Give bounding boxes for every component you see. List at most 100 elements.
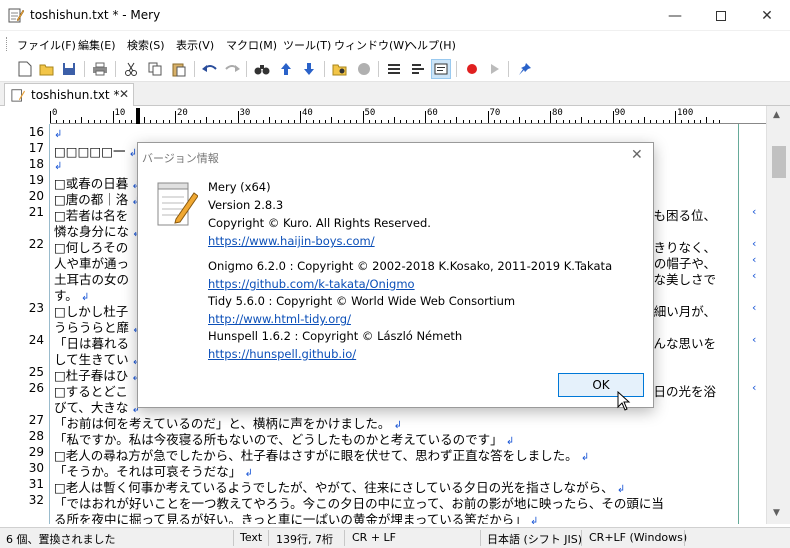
ok-button[interactable]: OK bbox=[558, 373, 644, 397]
open-file-button[interactable] bbox=[37, 59, 57, 79]
paste-button[interactable] bbox=[169, 59, 189, 79]
find-in-files-button[interactable] bbox=[330, 59, 350, 79]
ruler-tick bbox=[50, 111, 51, 123]
ruler-tick bbox=[506, 120, 508, 123]
ruler-tick bbox=[343, 120, 345, 123]
ruler-tick bbox=[500, 120, 501, 123]
text-line: る所を夜中に掘って見るが好い。きっと車に一ぱいの黄金が埋まっている筈だから」 ↲ bbox=[0, 509, 760, 524]
ruler-tick bbox=[400, 120, 401, 123]
text-line: 27 「お前は何を考えているのだ」と、横柄に声をかけました。 ↲ bbox=[0, 413, 760, 431]
status-eol[interactable]: CR + LF bbox=[352, 531, 396, 544]
ruler-tick bbox=[200, 120, 201, 123]
status-encoding[interactable]: 日本語 (シフト JIS) bbox=[487, 531, 582, 547]
find-next-button[interactable] bbox=[299, 59, 319, 79]
ruler-tick bbox=[475, 120, 476, 123]
status-separator bbox=[268, 530, 269, 546]
line-number: 21 bbox=[28, 205, 44, 219]
ruler-tick bbox=[337, 120, 339, 123]
ruler-tick bbox=[531, 120, 533, 123]
tab-close-icon[interactable]: ✕ bbox=[119, 87, 129, 101]
ruler-tick bbox=[293, 120, 295, 123]
pin-button[interactable] bbox=[515, 59, 535, 79]
ruler-tick bbox=[687, 120, 689, 123]
ruler-tick bbox=[550, 111, 551, 123]
status-separator bbox=[581, 530, 582, 546]
menu-file[interactable]: ファイル(F) bbox=[17, 37, 76, 53]
ruler-tick bbox=[331, 117, 333, 123]
menu-search[interactable]: 検索(S) bbox=[127, 37, 165, 53]
save-button[interactable] bbox=[59, 59, 79, 79]
text-line: 32 「ではおれが好いことを一つ教えてやろう。今この夕日の中に立って、お前の影が地… bbox=[0, 493, 760, 511]
ruler-tick bbox=[618, 120, 620, 123]
menubar-grip bbox=[6, 37, 9, 51]
ruler-tick bbox=[568, 120, 570, 123]
menu-tools[interactable]: ツール(T) bbox=[283, 37, 331, 53]
status-message: 6 個、置換されました bbox=[6, 533, 116, 546]
show-lines-button[interactable] bbox=[384, 59, 404, 79]
about-dialog: バージョン情報 ✕ Mery (x64) Version 2.8.3 Copyr… bbox=[137, 142, 654, 411]
close-icon: ✕ bbox=[761, 7, 773, 24]
line-number: 30 bbox=[28, 461, 44, 475]
dialog-close-icon[interactable]: ✕ bbox=[631, 147, 643, 163]
ruler-tick bbox=[125, 120, 126, 123]
find-button[interactable] bbox=[252, 59, 272, 79]
scroll-up-icon[interactable]: ▲ bbox=[773, 110, 780, 120]
ruler-tick bbox=[712, 120, 714, 123]
menu-edit[interactable]: 編集(E) bbox=[78, 37, 116, 53]
record-macro-button[interactable] bbox=[462, 59, 482, 79]
toolbar-separator bbox=[456, 61, 457, 77]
status-eol-format[interactable]: CR+LF (Windows) bbox=[589, 531, 687, 544]
menu-macro[interactable]: マクロ(M) bbox=[226, 37, 277, 53]
copy-button[interactable] bbox=[145, 59, 165, 79]
status-separator bbox=[480, 530, 481, 546]
status-position[interactable]: 139行, 7桁 bbox=[276, 531, 333, 547]
onigmo-link[interactable]: https://github.com/k-takata/Onigmo bbox=[208, 277, 415, 291]
undo-button[interactable] bbox=[200, 59, 220, 79]
redo-button[interactable] bbox=[222, 59, 242, 79]
ruler-tick bbox=[581, 117, 583, 123]
scroll-down-icon[interactable]: ▼ bbox=[773, 508, 780, 518]
cut-button[interactable] bbox=[121, 59, 141, 79]
tidy-link[interactable]: http://www.html-tidy.org/ bbox=[208, 312, 351, 326]
line-number: 28 bbox=[28, 429, 44, 443]
line-number: 27 bbox=[28, 413, 44, 427]
wrap-button[interactable] bbox=[408, 59, 428, 79]
tab-toshishun[interactable]: toshishun.txt * ✕ bbox=[4, 83, 134, 106]
return-mark-icon: ↲ bbox=[54, 129, 63, 140]
ruler-tick bbox=[312, 120, 314, 123]
close-window-button[interactable]: ✕ bbox=[744, 0, 790, 31]
maximize-button[interactable] bbox=[698, 0, 744, 31]
ruler-tick bbox=[656, 120, 658, 123]
ruler-tick bbox=[375, 120, 376, 123]
minimize-button[interactable]: — bbox=[652, 0, 698, 31]
ruler-tick bbox=[62, 120, 64, 123]
ruler-label: 60 bbox=[427, 108, 438, 118]
new-file-button[interactable] bbox=[15, 59, 35, 79]
menu-window[interactable]: ウィンドウ(W) bbox=[334, 37, 408, 53]
menu-view[interactable]: 表示(V) bbox=[176, 37, 214, 53]
print-button[interactable] bbox=[90, 59, 110, 79]
text-line: 29 □老人の尋ね方が急でしたから、杜子春はさすがに眼を伏せて、思わず正直な答をし… bbox=[0, 445, 760, 463]
ruler-tick bbox=[512, 120, 514, 123]
toolbar-separator bbox=[246, 61, 247, 77]
ruler-tick bbox=[256, 120, 258, 123]
scroll-thumb[interactable] bbox=[772, 146, 786, 178]
status-mode[interactable]: Text bbox=[240, 531, 262, 544]
toolbar-separator bbox=[508, 61, 509, 77]
ruler-tick bbox=[175, 111, 176, 123]
ruler-tick bbox=[437, 120, 439, 123]
menu-help[interactable]: ヘルプ(H) bbox=[406, 37, 456, 53]
ruler-tick bbox=[481, 120, 483, 123]
notepad-pencil-icon bbox=[11, 89, 25, 102]
hunspell-link[interactable]: https://hunspell.github.io/ bbox=[208, 347, 356, 361]
find-previous-button[interactable] bbox=[276, 59, 296, 79]
vertical-scrollbar[interactable]: ▲ ▼ bbox=[766, 106, 790, 524]
window-wrap-button[interactable] bbox=[431, 59, 451, 79]
window-wrap-icon bbox=[434, 63, 448, 75]
record-stop-button[interactable] bbox=[354, 59, 374, 79]
homepage-link[interactable]: https://www.haijin-boys.com/ bbox=[208, 234, 375, 248]
hunspell-credit: Hunspell 1.6.2 : Copyright © László Néme… bbox=[208, 329, 463, 343]
return-mark-icon: ↲ bbox=[526, 516, 539, 524]
status-separator bbox=[684, 530, 685, 546]
run-macro-button[interactable] bbox=[484, 59, 504, 79]
